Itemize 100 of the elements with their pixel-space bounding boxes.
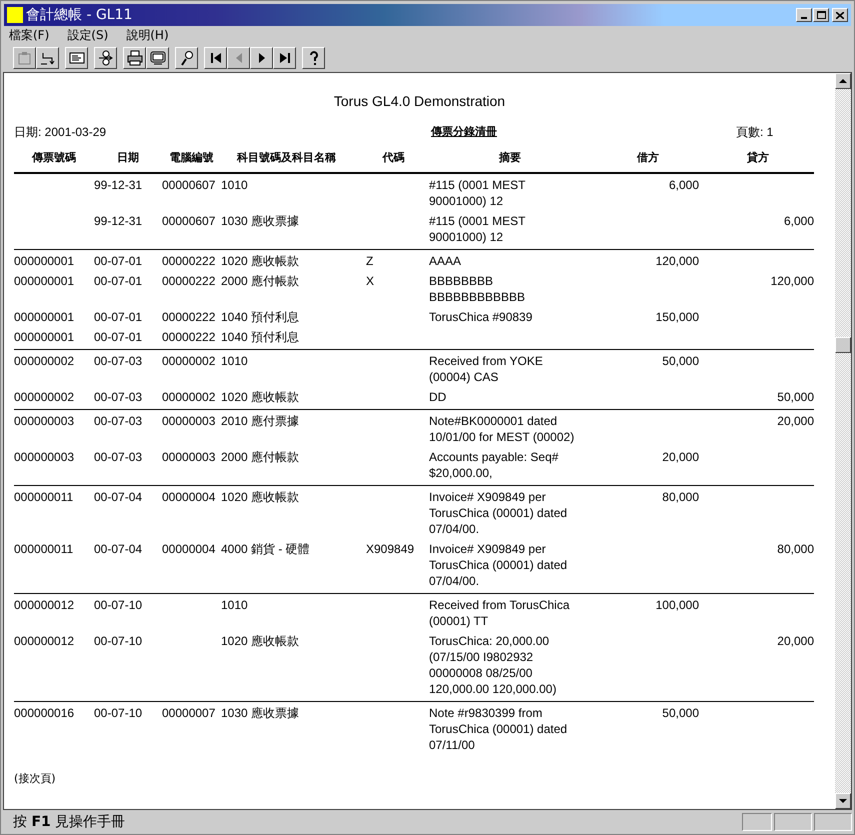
memo-line: TorusChica: 20,000.00 — [429, 632, 550, 648]
voucher-number: 000000012 — [14, 632, 74, 650]
column-header: 科目號碼及科目名稱 — [236, 150, 337, 166]
monitor-icon — [150, 50, 166, 66]
return-arrow-icon — [40, 50, 56, 66]
date-cell: 00-07-03 — [94, 388, 142, 404]
date-cell-text: 99-12-31 — [94, 212, 142, 230]
account-cell-text: 1030 應收票據 — [221, 704, 300, 722]
memo-line: 90001000) 12 — [429, 228, 504, 244]
code-cell: Z — [366, 252, 374, 268]
switch-icon — [98, 50, 114, 66]
date-cell-text: 00-07-10 — [94, 704, 142, 722]
scroll-down-button[interactable] — [835, 793, 851, 809]
entry-number: 00000002 — [162, 352, 216, 370]
entry-number: 00000007 — [162, 704, 216, 722]
debit-amount: 20,000 — [662, 448, 699, 464]
code-cell-text: X — [366, 272, 374, 290]
debit-amount: 120,000 — [656, 252, 699, 268]
entry-number: 00000004 — [162, 540, 216, 558]
account-cell-text: 1010 — [221, 176, 248, 194]
voucher-number: 000000011 — [14, 540, 74, 558]
account-cell: 1040 預付利息 — [221, 308, 300, 324]
date-cell-text: 00-07-03 — [94, 448, 142, 466]
memo-line: (07/15/00 I9802932 — [429, 648, 534, 664]
toolbar-button[interactable] — [146, 47, 169, 69]
voucher-number: 000000001 — [14, 252, 74, 268]
toolbar-button[interactable] — [65, 47, 88, 69]
page-number: 頁數: 1 — [736, 124, 774, 141]
window-title: 會計總帳 - GL11 — [26, 6, 132, 24]
voucher-number: 000000001 — [14, 328, 74, 344]
memo-line: Invoice# X909849 per — [429, 488, 546, 504]
voucher-number: 000000001 — [14, 272, 74, 290]
maximize-button[interactable] — [813, 8, 829, 22]
entry-number: 00000003 — [162, 412, 216, 430]
column-header: 借方 — [636, 150, 660, 166]
report-date: 日期: 2001-03-29 — [14, 124, 108, 141]
entry-number: 00000003 — [162, 448, 216, 466]
menu-item[interactable]: 設定(S) — [65, 26, 110, 44]
entry-number: 00000607 — [162, 212, 216, 230]
close-button[interactable] — [832, 8, 848, 22]
credit-amount: 120,000 — [770, 272, 814, 288]
account-cell-text: 1020 應收帳款 — [221, 488, 300, 506]
entry-number: 00000222 — [162, 308, 216, 324]
date-cell: 00-07-01 — [94, 252, 142, 268]
menu-item[interactable]: 說明(H) — [124, 26, 171, 44]
memo-line: TorusChica (00001) dated — [429, 556, 568, 572]
debit-amount: 50,000 — [662, 352, 699, 368]
toolbar-button[interactable] — [204, 47, 227, 69]
report-title: Torus GL4.0 Demonstration — [334, 93, 506, 109]
memo-line: TorusChica (00001) dated — [429, 720, 568, 736]
toolbar-button[interactable] — [175, 47, 198, 69]
memo-line: Accounts payable: Seq# — [429, 448, 558, 464]
voucher-number: 000000003 — [14, 448, 74, 466]
toolbar-button[interactable] — [273, 47, 296, 69]
code-cell-text: X909849 — [366, 540, 414, 558]
voucher-number: 000000002 — [14, 388, 74, 404]
status-text: 按 F1 見操作手冊 — [12, 812, 126, 832]
debit-amount: 100,000 — [656, 596, 699, 612]
memo-line: 10/01/00 for MEST (00002) — [429, 428, 574, 444]
account-cell-text: 1030 應收票據 — [221, 212, 300, 230]
memo-line: DD — [429, 388, 446, 404]
menu-item[interactable]: 檔案(F) — [7, 26, 52, 44]
toolbar-button[interactable] — [302, 47, 325, 69]
credit-amount: 20,000 — [777, 632, 814, 648]
continued-note: (接次頁) — [14, 772, 56, 784]
scroll-up-button[interactable] — [835, 73, 851, 89]
voucher-number: 000000001 — [14, 308, 74, 324]
credit-amount: 50,000 — [777, 388, 814, 404]
magnifier-icon — [178, 50, 194, 66]
memo-line: #115 (0001 MEST — [429, 212, 526, 228]
account-cell: 1040 預付利息 — [221, 328, 300, 344]
column-header: 貸方 — [746, 150, 770, 166]
up-arrow-icon — [839, 79, 847, 83]
date-cell-text: 00-07-04 — [94, 488, 142, 506]
entry-number: 00000222 — [162, 328, 216, 344]
date-cell-text: 00-07-10 — [94, 632, 142, 650]
debit-amount: 50,000 — [662, 704, 699, 720]
entry-number: 00000222 — [162, 272, 216, 290]
close-icon — [836, 12, 844, 18]
column-header: 日期 — [116, 150, 140, 166]
date-cell-text: 00-07-01 — [94, 272, 142, 290]
scroll-thumb[interactable] — [835, 337, 851, 353]
down-arrow-icon — [839, 799, 847, 803]
entry-number: 00000002 — [162, 388, 216, 404]
debit-amount: 150,000 — [656, 308, 699, 324]
app-icon — [7, 7, 23, 23]
toolbar-button[interactable] — [250, 47, 273, 69]
toolbar-button[interactable] — [36, 47, 59, 69]
toolbar-button[interactable] — [94, 47, 117, 69]
memo-line: TorusChica (00001) dated — [429, 504, 568, 520]
debit-amount: 80,000 — [662, 488, 699, 504]
toolbar-button[interactable] — [123, 47, 146, 69]
clipboard-icon — [16, 50, 32, 66]
account-cell: 1020 應收帳款 — [221, 388, 300, 404]
vertical-scrollbar[interactable] — [835, 73, 851, 809]
voucher-number: 000000012 — [14, 596, 74, 614]
account-cell-text: 1010 — [221, 596, 248, 614]
status-panel — [814, 813, 852, 831]
memo-line: (00001) TT — [429, 612, 488, 628]
minimize-button[interactable] — [796, 8, 812, 22]
